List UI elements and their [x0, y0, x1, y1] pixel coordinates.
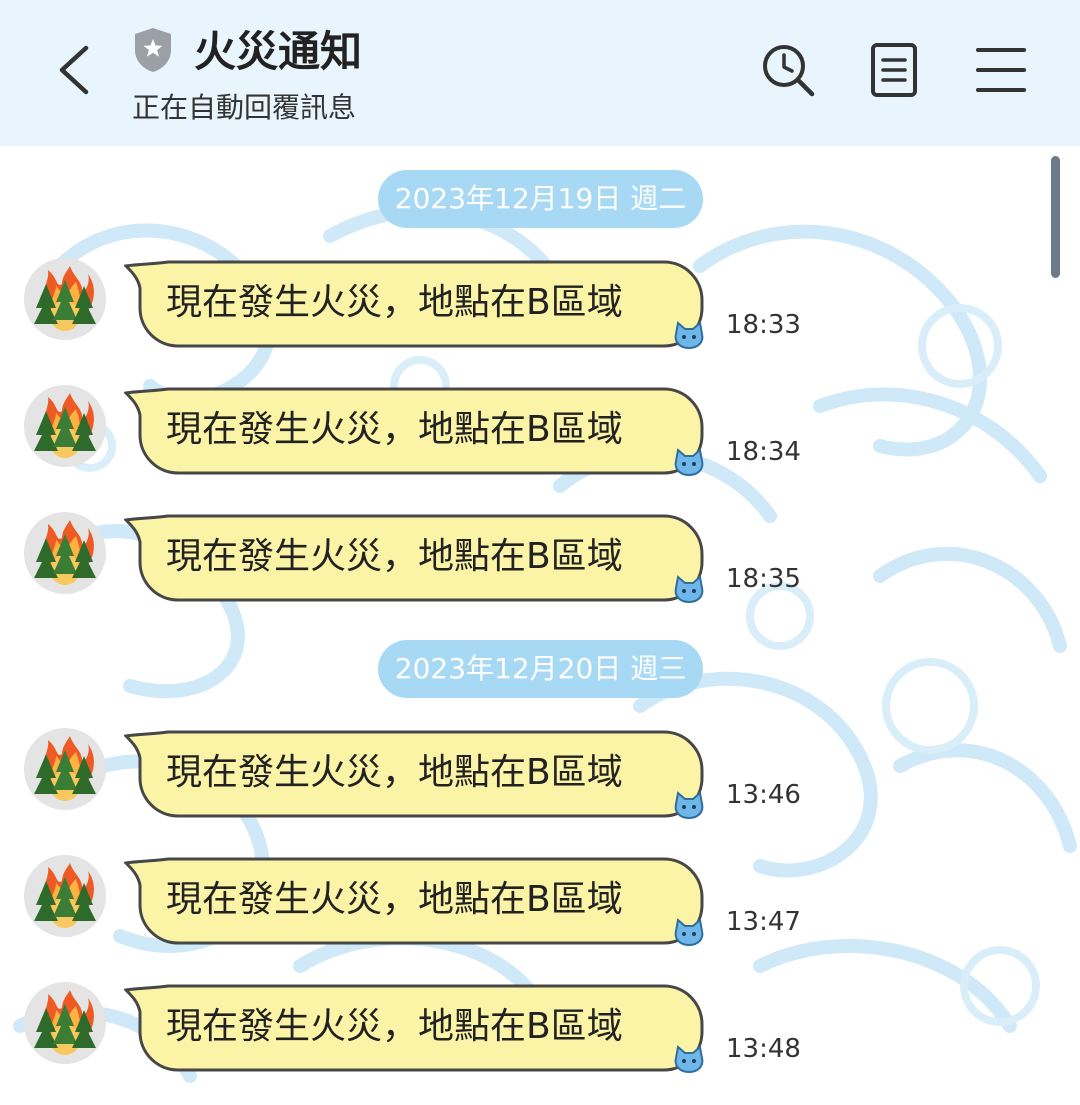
mascot-icon — [674, 321, 704, 350]
search-clock-icon — [763, 45, 815, 97]
date-divider: 2023年12月20日 週三 — [378, 640, 703, 698]
message-text: 現在發生火災，地點在B區域 — [166, 282, 623, 323]
message-row: 現在發生火災，地點在B區域 18:34 — [0, 385, 820, 485]
chat-title: 火災通知 — [194, 27, 363, 76]
mascot-icon — [674, 918, 704, 947]
avatar[interactable] — [24, 728, 106, 810]
message-row: 現在發生火災，地點在B區域 13:48 — [0, 982, 820, 1082]
forest-fire-icon — [24, 512, 106, 594]
message-row: 現在發生火災，地點在B區域 13:47 — [0, 855, 820, 955]
search-button[interactable] — [758, 40, 818, 100]
message-list[interactable]: 2023年12月19日 週二 現在發生火災，地點在B區域 18:33 現在發生火… — [0, 146, 1080, 1105]
message-row: 現在發生火災，地點在B區域 18:35 — [0, 512, 820, 612]
forest-fire-icon — [24, 385, 106, 467]
avatar[interactable] — [24, 385, 106, 467]
avatar[interactable] — [24, 512, 106, 594]
mascot-icon — [674, 448, 704, 477]
notes-button[interactable] — [864, 40, 924, 100]
avatar[interactable] — [24, 855, 106, 937]
mascot-icon — [674, 791, 704, 820]
chevron-left-icon — [59, 45, 89, 95]
message-time: 13:46 — [726, 780, 801, 810]
message-text: 現在發生火災，地點在B區域 — [166, 409, 623, 450]
chat-header: 火災通知 正在自動回覆訊息 — [0, 0, 1080, 146]
forest-fire-icon — [24, 855, 106, 937]
avatar[interactable] — [24, 258, 106, 340]
message-text: 現在發生火災，地點在B區域 — [166, 752, 623, 793]
forest-fire-icon — [24, 258, 106, 340]
message-time: 18:35 — [726, 564, 801, 594]
message-time: 18:34 — [726, 437, 801, 467]
message-time: 13:47 — [726, 907, 801, 937]
scrollbar[interactable] — [1051, 156, 1060, 278]
message-time: 13:48 — [726, 1034, 801, 1064]
mascot-icon — [674, 1045, 704, 1074]
message-text: 現在發生火災，地點在B區域 — [166, 1006, 623, 1047]
mascot-icon — [674, 575, 704, 604]
menu-icon — [976, 48, 1026, 92]
forest-fire-icon — [24, 728, 106, 810]
message-row: 現在發生火災，地點在B區域 18:33 — [0, 258, 820, 358]
message-text: 現在發生火災，地點在B區域 — [166, 536, 623, 577]
message-time: 18:33 — [726, 310, 801, 340]
forest-fire-icon — [24, 982, 106, 1064]
back-button[interactable] — [50, 40, 100, 100]
message-row: 現在發生火災，地點在B區域 13:46 — [0, 728, 820, 828]
menu-button[interactable] — [972, 40, 1032, 100]
avatar[interactable] — [24, 982, 106, 1064]
notes-icon — [871, 43, 917, 97]
auto-reply-status: 正在自動回覆訊息 — [132, 91, 357, 124]
shield-star-icon — [135, 28, 171, 72]
message-text: 現在發生火災，地點在B區域 — [166, 879, 623, 920]
date-divider: 2023年12月19日 週二 — [378, 170, 703, 228]
